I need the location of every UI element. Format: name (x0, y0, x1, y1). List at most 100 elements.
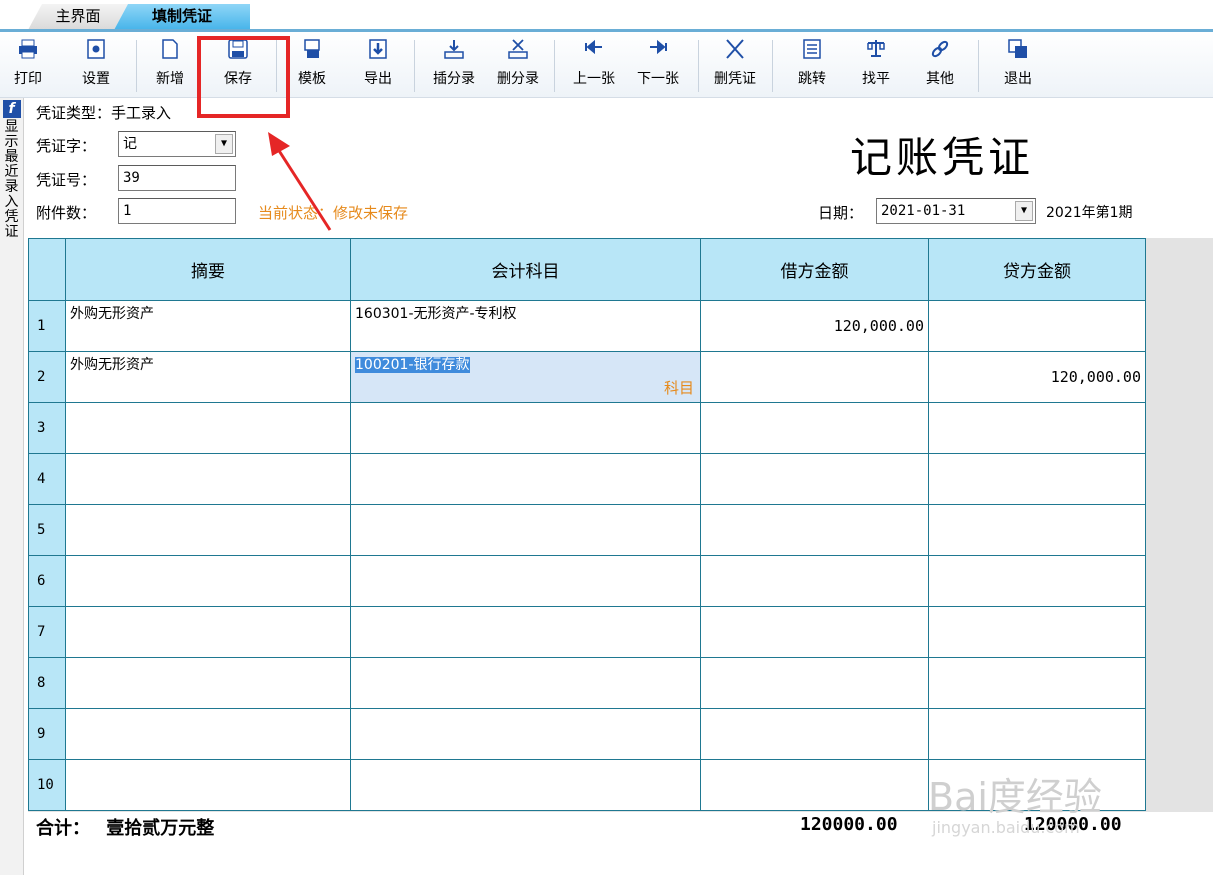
delete-entry-button[interactable]: 删分录 (488, 38, 548, 94)
attachments-label: 附件数： (36, 204, 97, 222)
watermark-logo: Bai度经验 (928, 775, 1102, 819)
attachments-input[interactable]: 1 (118, 198, 236, 224)
credit-cell[interactable]: 120,000.00 (928, 351, 1146, 403)
summary-cell[interactable] (65, 453, 351, 505)
row-number: 9 (28, 708, 66, 760)
delete-voucher-button[interactable]: 删凭证 (706, 38, 764, 94)
account-cell[interactable] (350, 606, 701, 658)
summary-cell[interactable] (65, 708, 351, 760)
credit-cell[interactable] (928, 300, 1146, 352)
previous-button[interactable]: 上一张 (566, 38, 622, 94)
settings-icon (87, 39, 105, 59)
recent-vouchers-panel-toggle[interactable]: f 显示最近录入凭证 (0, 98, 24, 875)
next-label: 下一张 (637, 71, 679, 87)
debit-cell[interactable] (700, 504, 929, 556)
summary-cell[interactable] (65, 504, 351, 556)
credit-cell[interactable] (928, 402, 1146, 454)
summary-cell[interactable]: 外购无形资产 (65, 351, 351, 403)
jump-icon (803, 39, 821, 59)
tab-main[interactable]: 主界面 (28, 4, 128, 30)
account-cell[interactable] (350, 402, 701, 454)
account-cell-selected[interactable]: 100201-银行存款 科目 (350, 351, 701, 403)
row-number: 5 (28, 504, 66, 556)
account-cell[interactable] (350, 555, 701, 607)
other-icon (931, 40, 949, 58)
new-button[interactable]: 新增 (146, 38, 194, 94)
jump-button[interactable]: 跳转 (788, 38, 836, 94)
export-button[interactable]: 导出 (354, 38, 402, 94)
debit-cell[interactable] (700, 657, 929, 709)
insert-entry-button[interactable]: 插分录 (424, 38, 484, 94)
delete-voucher-label: 删凭证 (714, 71, 756, 87)
next-icon (650, 39, 667, 55)
debit-cell[interactable] (700, 759, 929, 811)
function-icon: f (2, 100, 21, 118)
print-button[interactable]: 打印 (4, 38, 52, 94)
chevron-down-icon[interactable]: ▼ (1015, 201, 1033, 221)
summary-cell[interactable] (65, 657, 351, 709)
template-icon (304, 39, 320, 58)
summary-cell[interactable] (65, 759, 351, 811)
other-button[interactable]: 其他 (916, 38, 964, 94)
summary-cell[interactable]: 外购无形资产 (65, 300, 351, 352)
account-cell[interactable] (350, 759, 701, 811)
balance-button[interactable]: 找平 (852, 38, 900, 94)
table-row: 3 (28, 402, 1146, 454)
period-label: 2021年第1期 (1046, 205, 1133, 221)
toolbar-separator (772, 40, 773, 92)
totals-label: 合计： (36, 818, 90, 839)
debit-cell[interactable] (700, 351, 929, 403)
credit-cell[interactable] (928, 606, 1146, 658)
account-cell[interactable] (350, 708, 701, 760)
debit-cell[interactable] (700, 555, 929, 607)
summary-cell[interactable] (65, 402, 351, 454)
next-button[interactable]: 下一张 (630, 38, 686, 94)
template-button[interactable]: 模板 (288, 38, 336, 94)
credit-cell[interactable] (928, 504, 1146, 556)
export-icon (369, 39, 387, 59)
chevron-down-icon[interactable]: ▼ (215, 134, 233, 154)
status-value: 修改未保存 (333, 204, 409, 222)
table-row: 1 外购无形资产 160301-无形资产-专利权 120,000.00 (28, 300, 1146, 352)
toolbar-separator (414, 40, 415, 92)
settings-label: 设置 (82, 71, 110, 87)
credit-cell[interactable] (928, 657, 1146, 709)
credit-cell[interactable] (928, 453, 1146, 505)
voucher-window: 主界面 填制凭证 打印 设置 新增 保存 模板 导出 插分录 删分录 上一张 下… (0, 0, 1213, 875)
account-cell-text: 100201-银行存款 (355, 357, 470, 373)
account-picker-hint[interactable]: 科目 (664, 377, 694, 398)
debit-cell[interactable] (700, 708, 929, 760)
delete-voucher-icon (726, 39, 744, 59)
column-header-account: 会计科目 (350, 238, 701, 301)
account-cell[interactable] (350, 657, 701, 709)
toolbar: 打印 设置 新增 保存 模板 导出 插分录 删分录 上一张 下一张 删凭证 跳转… (0, 32, 1213, 98)
voucher-no-input[interactable]: 39 (118, 165, 236, 191)
account-cell[interactable] (350, 504, 701, 556)
credit-cell[interactable] (928, 708, 1146, 760)
voucher-type-value: 手工录入 (111, 104, 172, 122)
amount-in-words: 壹拾贰万元整 (106, 818, 215, 839)
summary-cell[interactable] (65, 606, 351, 658)
balance-label: 找平 (862, 71, 890, 87)
summary-cell[interactable] (65, 555, 351, 607)
toolbar-separator (554, 40, 555, 92)
debit-cell[interactable]: 120,000.00 (700, 300, 929, 352)
exit-button[interactable]: 退出 (994, 38, 1042, 94)
tab-voucher-entry[interactable]: 填制凭证 (114, 4, 250, 30)
debit-cell[interactable] (700, 453, 929, 505)
new-label: 新增 (156, 71, 184, 87)
debit-cell[interactable] (700, 606, 929, 658)
status-label: 当前状态： (258, 204, 334, 222)
row-number: 3 (28, 402, 66, 454)
voucher-word-select[interactable]: 记 ▼ (118, 131, 236, 157)
date-picker[interactable]: 2021-01-31 ▼ (876, 198, 1036, 224)
account-cell[interactable] (350, 453, 701, 505)
settings-button[interactable]: 设置 (72, 38, 120, 94)
credit-cell[interactable] (928, 555, 1146, 607)
account-cell[interactable]: 160301-无形资产-专利权 (350, 300, 701, 352)
insert-entry-label: 插分录 (433, 71, 475, 87)
exit-icon (1008, 39, 1027, 58)
toolbar-separator (978, 40, 979, 92)
debit-cell[interactable] (700, 402, 929, 454)
insert-entry-icon (444, 40, 464, 59)
